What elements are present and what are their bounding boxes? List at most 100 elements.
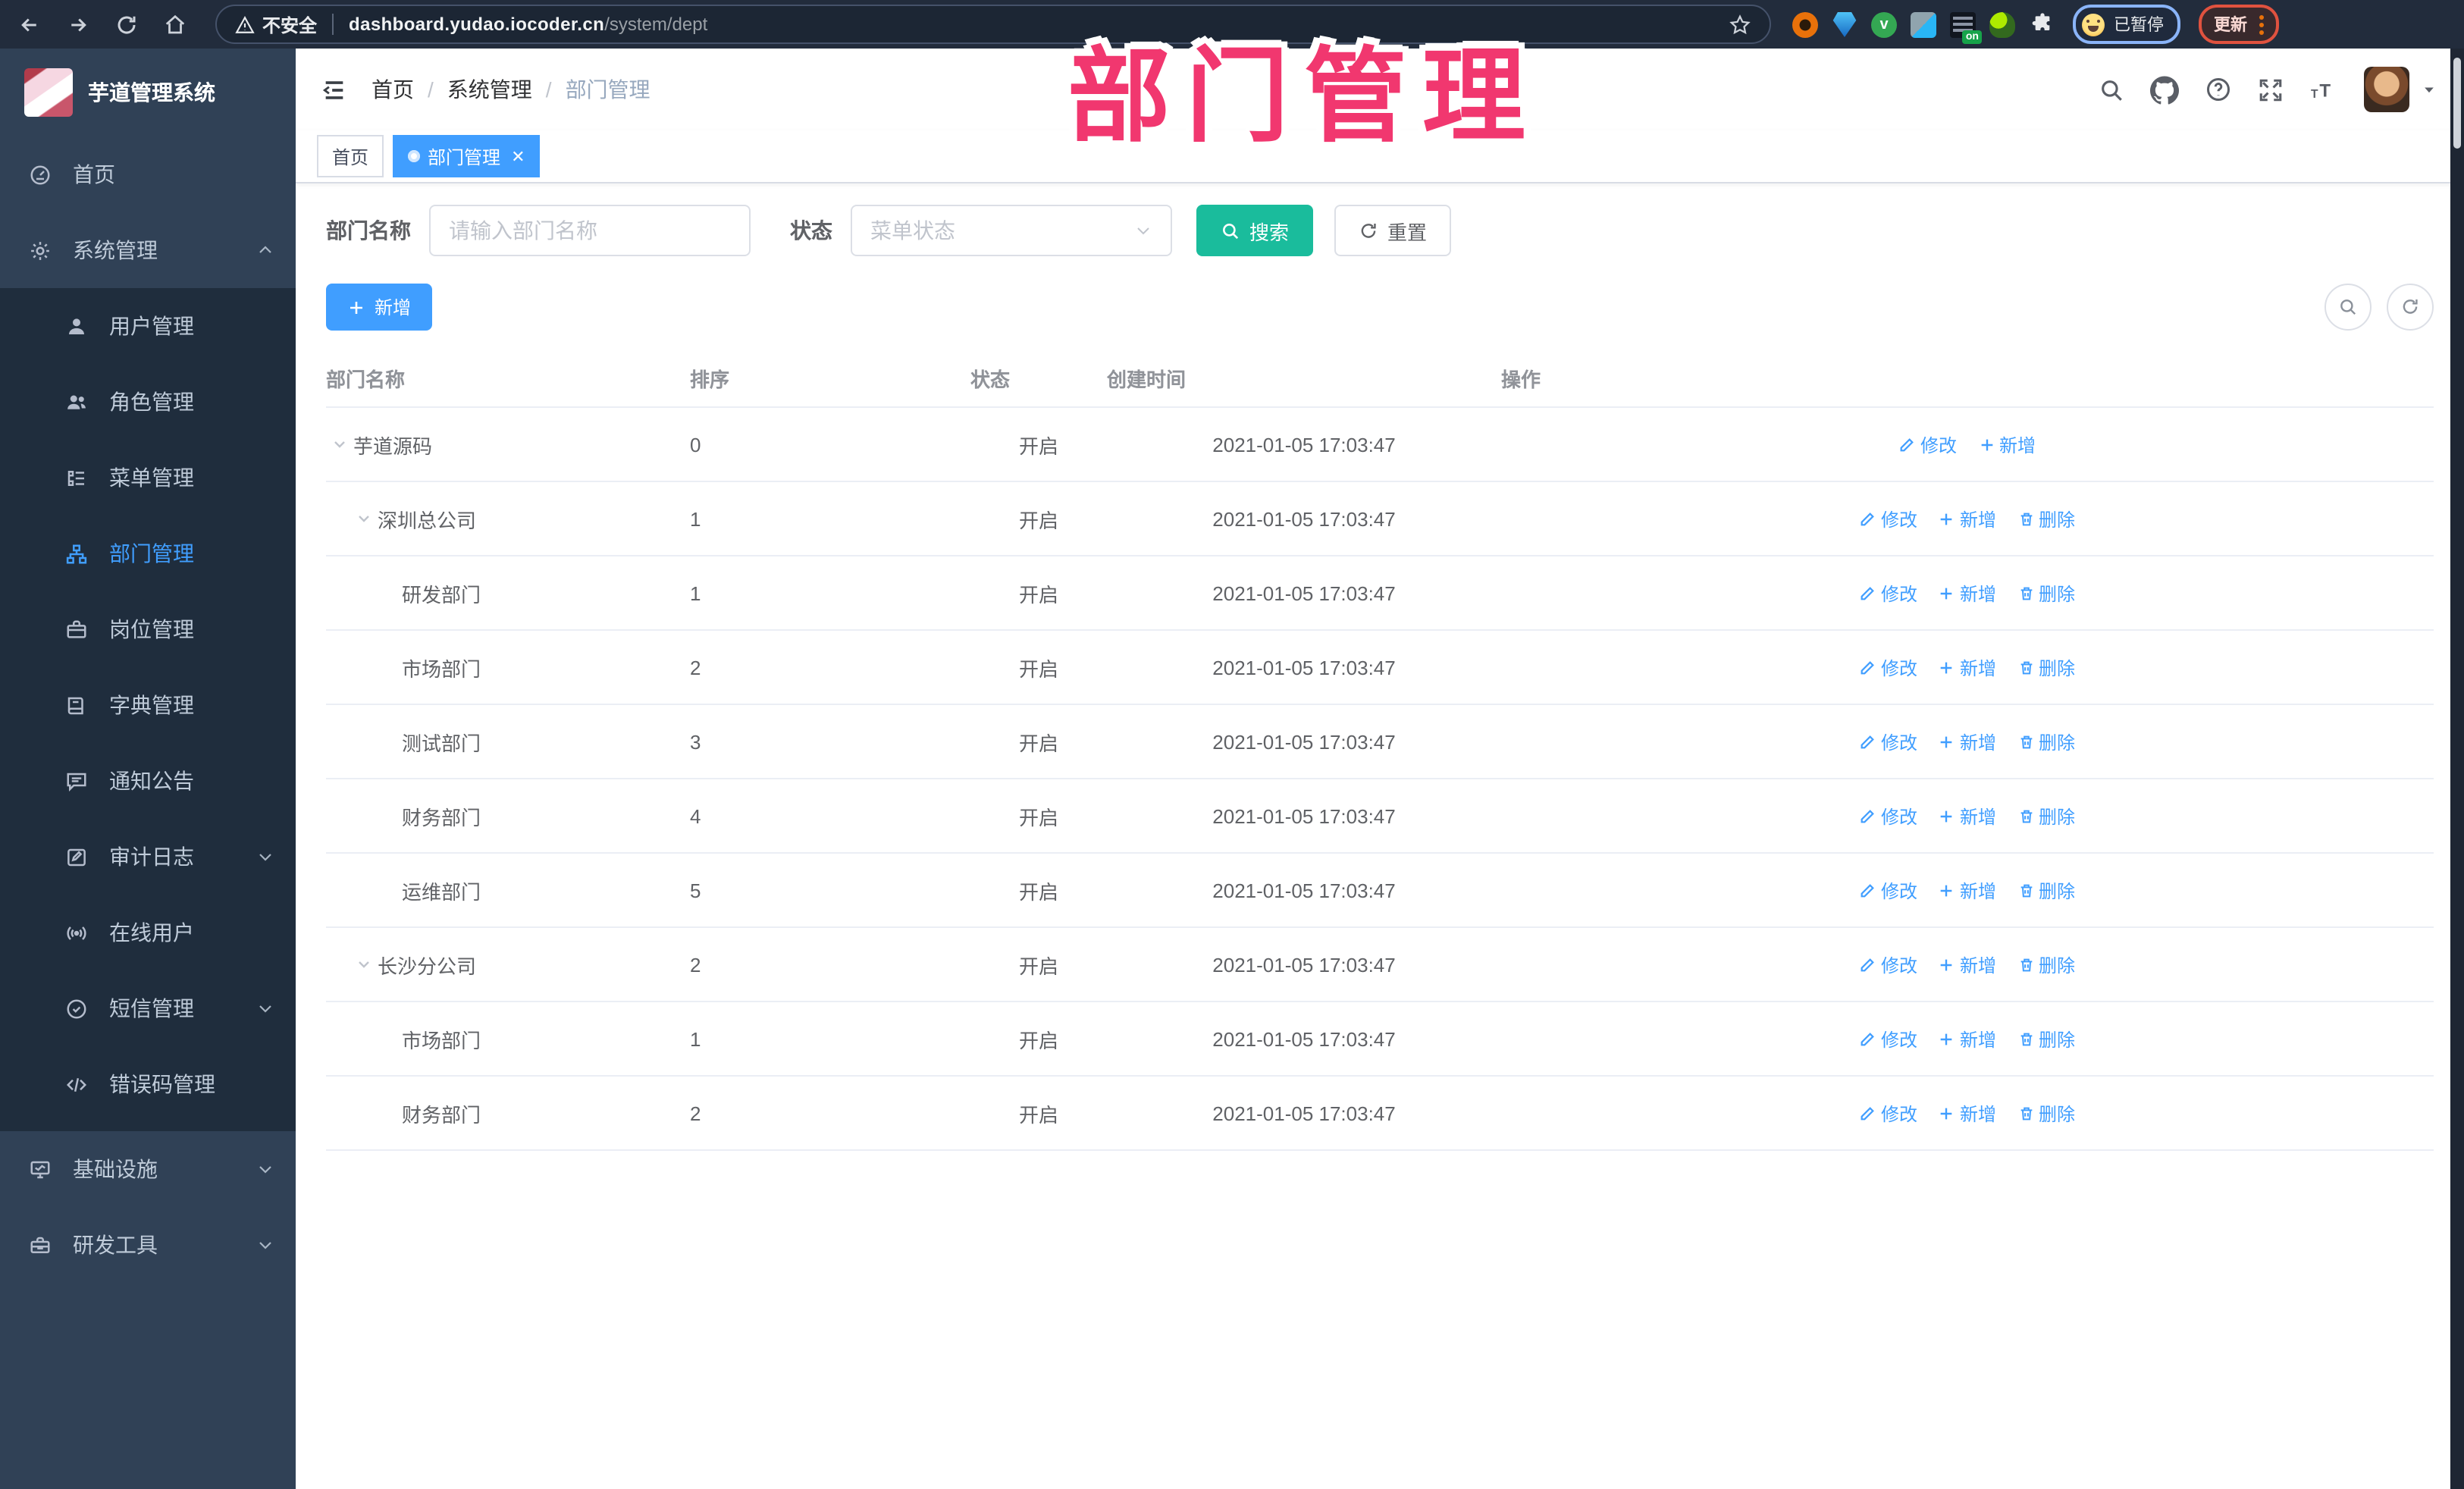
department-name: 市场部门 — [402, 1029, 481, 1052]
sidebar-item-9[interactable]: 审计日志 — [0, 819, 296, 895]
ext-grid-blue-icon[interactable] — [1911, 11, 1936, 37]
delete-link[interactable]: 删除 — [2017, 654, 2075, 680]
modify-link[interactable]: 修改 — [1860, 803, 1917, 829]
github-icon[interactable] — [2150, 75, 2179, 104]
table-row[interactable]: 运维部门 5 开启 2021-01-05 17:03:47 修改 新增 删除 — [326, 853, 2434, 928]
modify-link[interactable]: 修改 — [1899, 431, 1957, 457]
table-row[interactable]: 长沙分公司 2 开启 2021-01-05 17:03:47 修改 新增 删除 — [326, 927, 2434, 1002]
sidebar-item-0[interactable]: 首页 — [0, 136, 296, 212]
expand-caret-icon[interactable] — [350, 955, 378, 973]
add-link[interactable]: 新增 — [1939, 506, 1996, 531]
paused-extension-pill[interactable]: 已暂停 — [2073, 5, 2180, 44]
close-tab-icon[interactable]: ✕ — [511, 146, 525, 166]
sidebar-item-13[interactable]: 基础设施 — [0, 1131, 296, 1207]
modify-link[interactable]: 修改 — [1860, 654, 1917, 680]
add-link[interactable]: 新增 — [1939, 580, 1996, 606]
ext-list-on-icon[interactable]: on — [1950, 11, 1982, 43]
ext-pin-blue-icon[interactable] — [1832, 11, 1857, 37]
search-icon[interactable] — [2099, 77, 2124, 102]
caret-down-icon[interactable] — [2422, 82, 2437, 97]
status-select[interactable]: 菜单状态 — [851, 205, 1172, 256]
refresh-table-button[interactable] — [2387, 284, 2434, 331]
add-link[interactable]: 新增 — [1978, 431, 2036, 457]
toggle-search-button[interactable] — [2324, 284, 2372, 331]
add-link[interactable]: 新增 — [1939, 803, 1996, 829]
dept-name-input[interactable]: 请输入部门名称 — [429, 205, 751, 256]
sidebar-item-6[interactable]: 岗位管理 — [0, 591, 296, 667]
browser-update-button[interactable]: 更新 — [2199, 5, 2279, 44]
modify-link[interactable]: 修改 — [1860, 729, 1917, 754]
security-warning-icon[interactable] — [235, 14, 255, 34]
tab-0[interactable]: 首页 — [317, 135, 384, 177]
address-bar[interactable]: 不安全 dashboard.yudao.iocoder.cn /system/d… — [215, 5, 1771, 44]
ext-badge-green-icon[interactable]: v — [1871, 11, 1897, 37]
sidebar-item-4[interactable]: 菜单管理 — [0, 440, 296, 516]
sidebar-item-8[interactable]: 通知公告 — [0, 743, 296, 819]
hamburger-icon[interactable] — [308, 64, 359, 115]
modify-link[interactable]: 修改 — [1860, 580, 1917, 606]
delete-link[interactable]: 删除 — [2017, 506, 2075, 531]
browser-menu-icon[interactable] — [2259, 14, 2264, 34]
sidebar-item-3[interactable]: 角色管理 — [0, 364, 296, 440]
table-row[interactable]: 芋道源码 0 开启 2021-01-05 17:03:47 修改 新增 — [326, 407, 2434, 482]
table-row[interactable]: 财务部门 2 开启 2021-01-05 17:03:47 修改 新增 删除 — [326, 1076, 2434, 1151]
sidebar-item-2[interactable]: 用户管理 — [0, 288, 296, 364]
question-icon[interactable] — [2205, 76, 2232, 103]
delete-link[interactable]: 删除 — [2017, 951, 2075, 977]
avatar[interactable] — [2364, 67, 2409, 112]
user-menu[interactable] — [2364, 67, 2437, 112]
modify-link[interactable]: 修改 — [1860, 877, 1917, 903]
add-link[interactable]: 新增 — [1939, 729, 1996, 754]
add-link[interactable]: 新增 — [1939, 1100, 1996, 1126]
table-row[interactable]: 研发部门 1 开启 2021-01-05 17:03:47 修改 新增 删除 — [326, 556, 2434, 631]
delete-link[interactable]: 删除 — [2017, 803, 2075, 829]
tab-1[interactable]: 部门管理 ✕ — [393, 135, 541, 177]
expand-caret-icon[interactable] — [350, 509, 378, 528]
department-name: 财务部门 — [402, 1103, 481, 1126]
sidebar-item-10[interactable]: 在线用户 — [0, 895, 296, 970]
add-link[interactable]: 新增 — [1939, 951, 1996, 977]
forward-icon[interactable] — [58, 5, 97, 44]
sidebar-item-12[interactable]: 错误码管理 — [0, 1046, 296, 1122]
reset-button[interactable]: 重置 — [1334, 205, 1452, 256]
breadcrumb-system[interactable]: 系统管理 — [447, 74, 532, 105]
sidebar-item-14[interactable]: 研发工具 — [0, 1207, 296, 1283]
modify-link[interactable]: 修改 — [1860, 506, 1917, 531]
add-button[interactable]: 新增 — [326, 284, 433, 331]
delete-link[interactable]: 删除 — [2017, 1100, 2075, 1126]
modify-link[interactable]: 修改 — [1860, 951, 1917, 977]
delete-link[interactable]: 删除 — [2017, 877, 2075, 903]
delete-link[interactable]: 删除 — [2017, 1026, 2075, 1052]
search-button[interactable]: 搜索 — [1196, 205, 1314, 256]
add-link[interactable]: 新增 — [1939, 877, 1996, 903]
home-icon[interactable] — [155, 5, 194, 44]
expand-caret-icon[interactable] — [326, 435, 353, 453]
fontsize-icon[interactable]: TT — [2309, 77, 2338, 102]
delete-link[interactable]: 删除 — [2017, 729, 2075, 754]
ext-figure-green-icon[interactable] — [1989, 11, 2015, 37]
sidebar-item-11[interactable]: 短信管理 — [0, 970, 296, 1046]
add-link[interactable]: 新增 — [1939, 1026, 1996, 1052]
sidebar-item-dept-active[interactable]: 部门管理 — [0, 516, 296, 591]
add-link[interactable]: 新增 — [1939, 654, 1996, 680]
table-row[interactable]: 深圳总公司 1 开启 2021-01-05 17:03:47 修改 新增 删除 — [326, 481, 2434, 556]
table-row[interactable]: 财务部门 4 开启 2021-01-05 17:03:47 修改 新增 删除 — [326, 779, 2434, 854]
breadcrumb-home[interactable]: 首页 — [371, 74, 414, 105]
delete-link[interactable]: 删除 — [2017, 580, 2075, 606]
reload-icon[interactable] — [106, 5, 146, 44]
back-icon[interactable] — [9, 5, 49, 44]
table-row[interactable]: 市场部门 2 开启 2021-01-05 17:03:47 修改 新增 删除 — [326, 630, 2434, 705]
page-scrollbar[interactable] — [2450, 49, 2464, 1489]
sidebar-item-1[interactable]: 系统管理 — [0, 212, 296, 288]
scrollbar-thumb[interactable] — [2453, 58, 2461, 149]
modify-link[interactable]: 修改 — [1860, 1026, 1917, 1052]
ext-puzzle-icon[interactable] — [2029, 11, 2055, 37]
sidebar-item-7[interactable]: 字典管理 — [0, 667, 296, 743]
modify-link[interactable]: 修改 — [1860, 1100, 1917, 1126]
table-row[interactable]: 测试部门 3 开启 2021-01-05 17:03:47 修改 新增 删除 — [326, 704, 2434, 779]
app-logo-row[interactable]: 芋道管理系统 — [0, 49, 296, 136]
table-row[interactable]: 市场部门 1 开启 2021-01-05 17:03:47 修改 新增 删除 — [326, 1002, 2434, 1077]
bookmark-star-icon[interactable] — [1729, 13, 1751, 36]
fullscreen-icon[interactable] — [2258, 77, 2284, 102]
ext-circle-orange-icon[interactable] — [1792, 11, 1818, 37]
